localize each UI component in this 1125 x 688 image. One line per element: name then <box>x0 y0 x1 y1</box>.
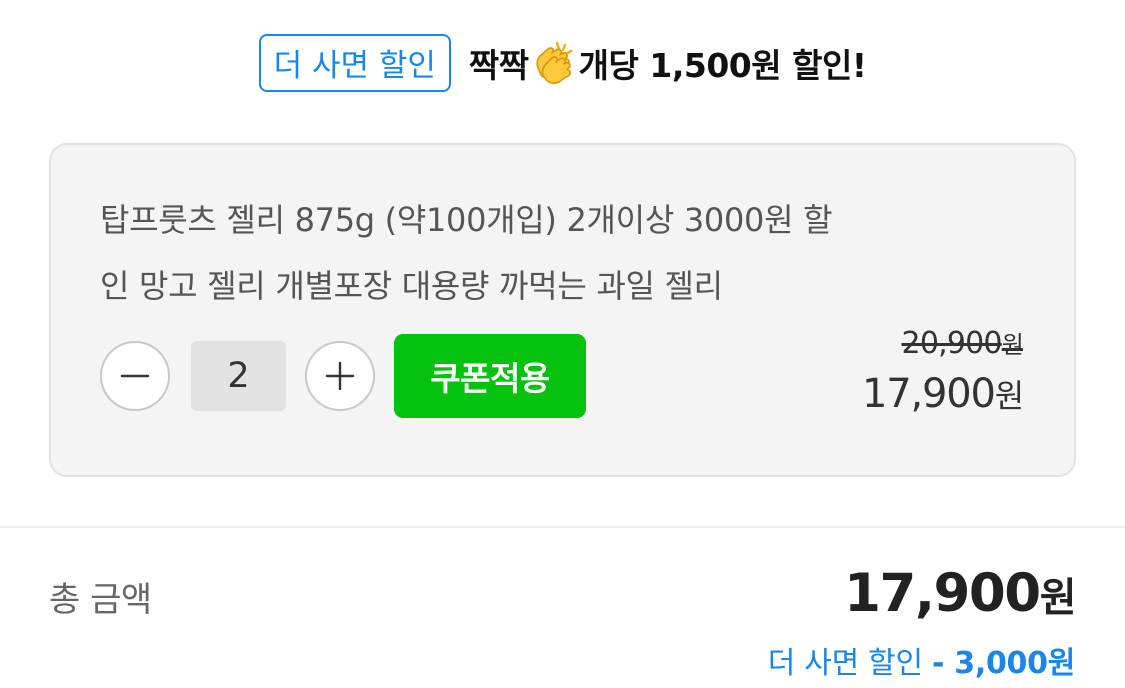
total-amount-value: 17,900 <box>844 563 1041 624</box>
total-discount: 더 사면 할인 - 3,000원 <box>767 638 1076 682</box>
quantity-stepper: 2 쿠폰적용 <box>100 334 586 418</box>
discounted-price: 17,900원 <box>861 371 1024 417</box>
promo-banner: 더 사면 할인 짝짝 개당 1,500원 할인! <box>0 31 1125 94</box>
promo-message: 짝짝 개당 1,500원 할인! <box>468 39 867 87</box>
decrease-quantity-button[interactable] <box>100 341 170 411</box>
discounted-price-unit: 원 <box>994 377 1024 415</box>
original-price: 20,900원 <box>901 325 1024 361</box>
product-name-line: 인 망고 젤리 개별포장 대용량 까먹는 과일 젤리 <box>100 267 723 305</box>
original-price-value: 20,900 <box>901 326 1003 361</box>
total-discount-label: 더 사면 할인 <box>767 646 923 681</box>
bulk-discount-badge: 더 사면 할인 <box>258 33 451 92</box>
plus-icon <box>325 361 355 391</box>
product-option-card: 탑프룻츠 젤리 875g (약100개입) 2개이상 3000원 할 인 망고 … <box>49 143 1076 477</box>
clapping-hands-icon <box>531 40 577 86</box>
product-name-line: 탑프룻츠 젤리 875g (약100개입) 2개이상 3000원 할 <box>100 201 833 239</box>
promo-text-prefix: 짝짝 <box>468 45 529 85</box>
apply-coupon-button[interactable]: 쿠폰적용 <box>394 334 586 418</box>
total-amount-unit: 원 <box>1039 575 1077 621</box>
increase-quantity-button[interactable] <box>305 341 375 411</box>
total-label: 총 금액 <box>49 580 152 620</box>
promo-text-suffix: 개당 1,500원 할인! <box>578 45 867 85</box>
product-name: 탑프룻츠 젤리 875g (약100개입) 2개이상 3000원 할 인 망고 … <box>100 187 960 319</box>
cart-item-panel: 더 사면 할인 짝짝 개당 1,500원 할인! 탑프룻츠 젤리 875g (약… <box>0 0 1125 688</box>
minus-icon <box>120 374 150 378</box>
discounted-price-value: 17,900 <box>861 371 996 417</box>
total-amount: 17,900원 <box>844 563 1077 624</box>
section-divider <box>0 526 1125 528</box>
total-discount-amount: - 3,000원 <box>932 646 1075 681</box>
quantity-value[interactable]: 2 <box>191 341 286 411</box>
original-price-unit: 원 <box>1001 331 1024 359</box>
